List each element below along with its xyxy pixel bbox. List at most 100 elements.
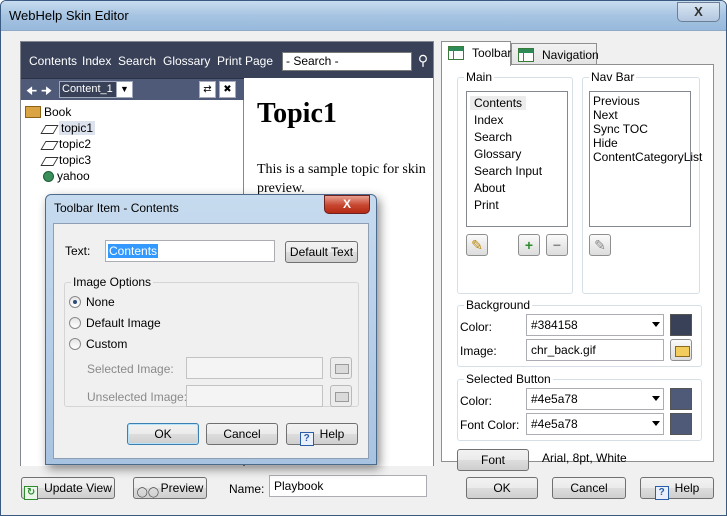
list-item[interactable]: Next: [593, 108, 618, 122]
topic-icon: [40, 125, 59, 134]
dialog-body: Text: Contents Default Text Image Option…: [53, 223, 369, 459]
preview-toolbar-contents[interactable]: Contents: [29, 54, 77, 68]
help-button[interactable]: ? Help: [640, 477, 714, 500]
list-item[interactable]: ContentCategoryList: [593, 150, 702, 164]
preview-toolbar-index[interactable]: Index: [82, 54, 111, 68]
list-item[interactable]: Index: [474, 113, 503, 127]
topic-icon: [40, 157, 59, 166]
option-custom[interactable]: Custom: [69, 337, 127, 351]
search-icon[interactable]: ⚲: [414, 52, 432, 71]
main-group: Main Contents Index Search Glossary Sear…: [457, 70, 573, 294]
arrow-right-icon[interactable]: 🠊: [41, 82, 52, 103]
refresh-icon: ↻: [24, 486, 39, 500]
background-group: Background Color: #384158 Image: chr_bac…: [457, 298, 702, 367]
background-color-combo[interactable]: #384158: [526, 314, 664, 336]
tab-toolbar[interactable]: Toolbar: [441, 41, 511, 66]
add-item-button[interactable]: +: [518, 234, 540, 256]
radio-custom[interactable]: [69, 338, 81, 350]
main-group-label: Main: [464, 70, 495, 84]
image-options-group: Image Options None Default Image Custom …: [64, 275, 359, 407]
minus-icon: −: [552, 237, 562, 253]
selected-button-font-color-swatch[interactable]: [670, 413, 692, 435]
edit-item-button[interactable]: ✎: [466, 234, 488, 256]
name-field[interactable]: Playbook: [269, 475, 427, 497]
tree-yahoo[interactable]: yahoo: [43, 168, 90, 184]
selected-button-font-color-label: Font Color:: [460, 418, 520, 432]
glasses-icon: ◯◯: [136, 487, 160, 498]
update-view-button[interactable]: ↻ Update View: [21, 477, 115, 500]
background-image-field[interactable]: chr_back.gif: [526, 339, 664, 361]
remove-item-button[interactable]: −: [546, 234, 568, 256]
dialog-help-button[interactable]: ? Help: [286, 423, 358, 446]
list-item[interactable]: About: [474, 181, 505, 195]
dialog-title: Toolbar Item - Contents: [54, 201, 179, 215]
preview-search-input[interactable]: - Search -: [282, 52, 412, 71]
folder-icon: [330, 357, 352, 379]
toolbar-item-dialog: Toolbar Item - Contents X Text: Contents…: [45, 194, 377, 465]
globe-icon: [43, 171, 54, 182]
list-item[interactable]: Hide: [593, 136, 618, 150]
list-item[interactable]: Search: [474, 130, 512, 144]
option-default-image[interactable]: Default Image: [69, 316, 161, 330]
toolbar-tab-icon: [448, 46, 464, 60]
list-item[interactable]: Sync TOC: [593, 122, 648, 136]
preview-toolbar-glossary[interactable]: Glossary: [163, 54, 210, 68]
list-item[interactable]: Contents: [470, 96, 527, 110]
tree-topic1[interactable]: topic1: [40, 120, 96, 136]
preview-toolbar-search[interactable]: Search: [118, 54, 156, 68]
plus-icon: +: [524, 237, 534, 253]
option-none[interactable]: None: [69, 295, 115, 309]
list-item[interactable]: Glossary: [474, 147, 521, 161]
selected-image-field: [186, 357, 323, 379]
preview-toolbar-print-page[interactable]: Print Page: [217, 54, 273, 68]
sync-toc-icon[interactable]: ⇄: [199, 81, 216, 98]
topic-body: This is a sample topic for skin preview.: [257, 162, 426, 196]
chevron-down-icon: [652, 322, 660, 327]
list-item[interactable]: Previous: [593, 94, 640, 108]
selected-button-color-swatch[interactable]: [670, 388, 692, 410]
navbar-group-label: Nav Bar: [589, 70, 637, 84]
dialog-cancel-button[interactable]: Cancel: [206, 423, 278, 445]
list-item[interactable]: Print: [474, 198, 499, 212]
selected-button-font-color-combo[interactable]: #4e5a78: [526, 413, 664, 435]
selected-button-color-label: Color:: [460, 394, 493, 408]
dialog-ok-button[interactable]: OK: [127, 423, 199, 445]
tab-navigation[interactable]: Navigation: [511, 43, 599, 65]
font-button[interactable]: Font: [457, 449, 529, 471]
nav-content-select[interactable]: Content_1 ▼: [59, 81, 133, 98]
ok-button[interactable]: OK: [466, 477, 538, 499]
edit-navbar-item-button[interactable]: ✎: [589, 234, 611, 256]
dialog-text-input[interactable]: Contents: [105, 240, 275, 262]
folder-open-icon[interactable]: [670, 339, 692, 361]
main-items-list[interactable]: Contents Index Search Glossary Search In…: [466, 91, 568, 227]
tree-topic2[interactable]: topic2: [40, 136, 91, 152]
name-label: Name:: [229, 482, 265, 496]
background-image-label: Image:: [460, 344, 497, 358]
navbar-group: Nav Bar Previous Next Sync TOC Hide Cont…: [582, 70, 702, 294]
skin-editor-window: WebHelp Skin Editor X Contents Index Sea…: [0, 0, 727, 516]
unselected-image-field: [186, 385, 323, 407]
selected-button-color-combo[interactable]: #4e5a78: [526, 388, 664, 410]
arrow-left-icon[interactable]: 🠈: [26, 82, 37, 103]
navigation-tab-icon: [518, 48, 534, 62]
background-color-swatch[interactable]: [670, 314, 692, 336]
folder-icon: [330, 385, 352, 407]
hide-nav-icon[interactable]: ✖: [219, 81, 236, 98]
pencil-icon: ✎: [594, 237, 606, 253]
cancel-button[interactable]: Cancel: [552, 477, 626, 499]
radio-none[interactable]: [69, 296, 81, 308]
dialog-close-button[interactable]: X: [324, 195, 370, 214]
tree-topic3[interactable]: topic3: [40, 152, 91, 168]
tree-book[interactable]: Book: [25, 104, 71, 120]
navbar-items-list[interactable]: Previous Next Sync TOC Hide ContentCateg…: [589, 91, 702, 227]
list-item[interactable]: Search Input: [474, 164, 542, 178]
toolbar-settings-panel: Main Contents Index Search Glossary Sear…: [441, 64, 714, 471]
selected-button-group: Selected Button Color: #4e5a78 Font Colo…: [457, 372, 702, 441]
dialog-text-label: Text:: [65, 244, 91, 258]
radio-default-image[interactable]: [69, 317, 81, 329]
font-description: Arial, 8pt, White: [542, 451, 627, 465]
preview-button[interactable]: ◯◯ Preview: [133, 477, 207, 499]
window-close-button[interactable]: X: [677, 2, 720, 22]
default-text-button[interactable]: Default Text: [285, 241, 358, 263]
chevron-down-icon: [652, 396, 660, 401]
